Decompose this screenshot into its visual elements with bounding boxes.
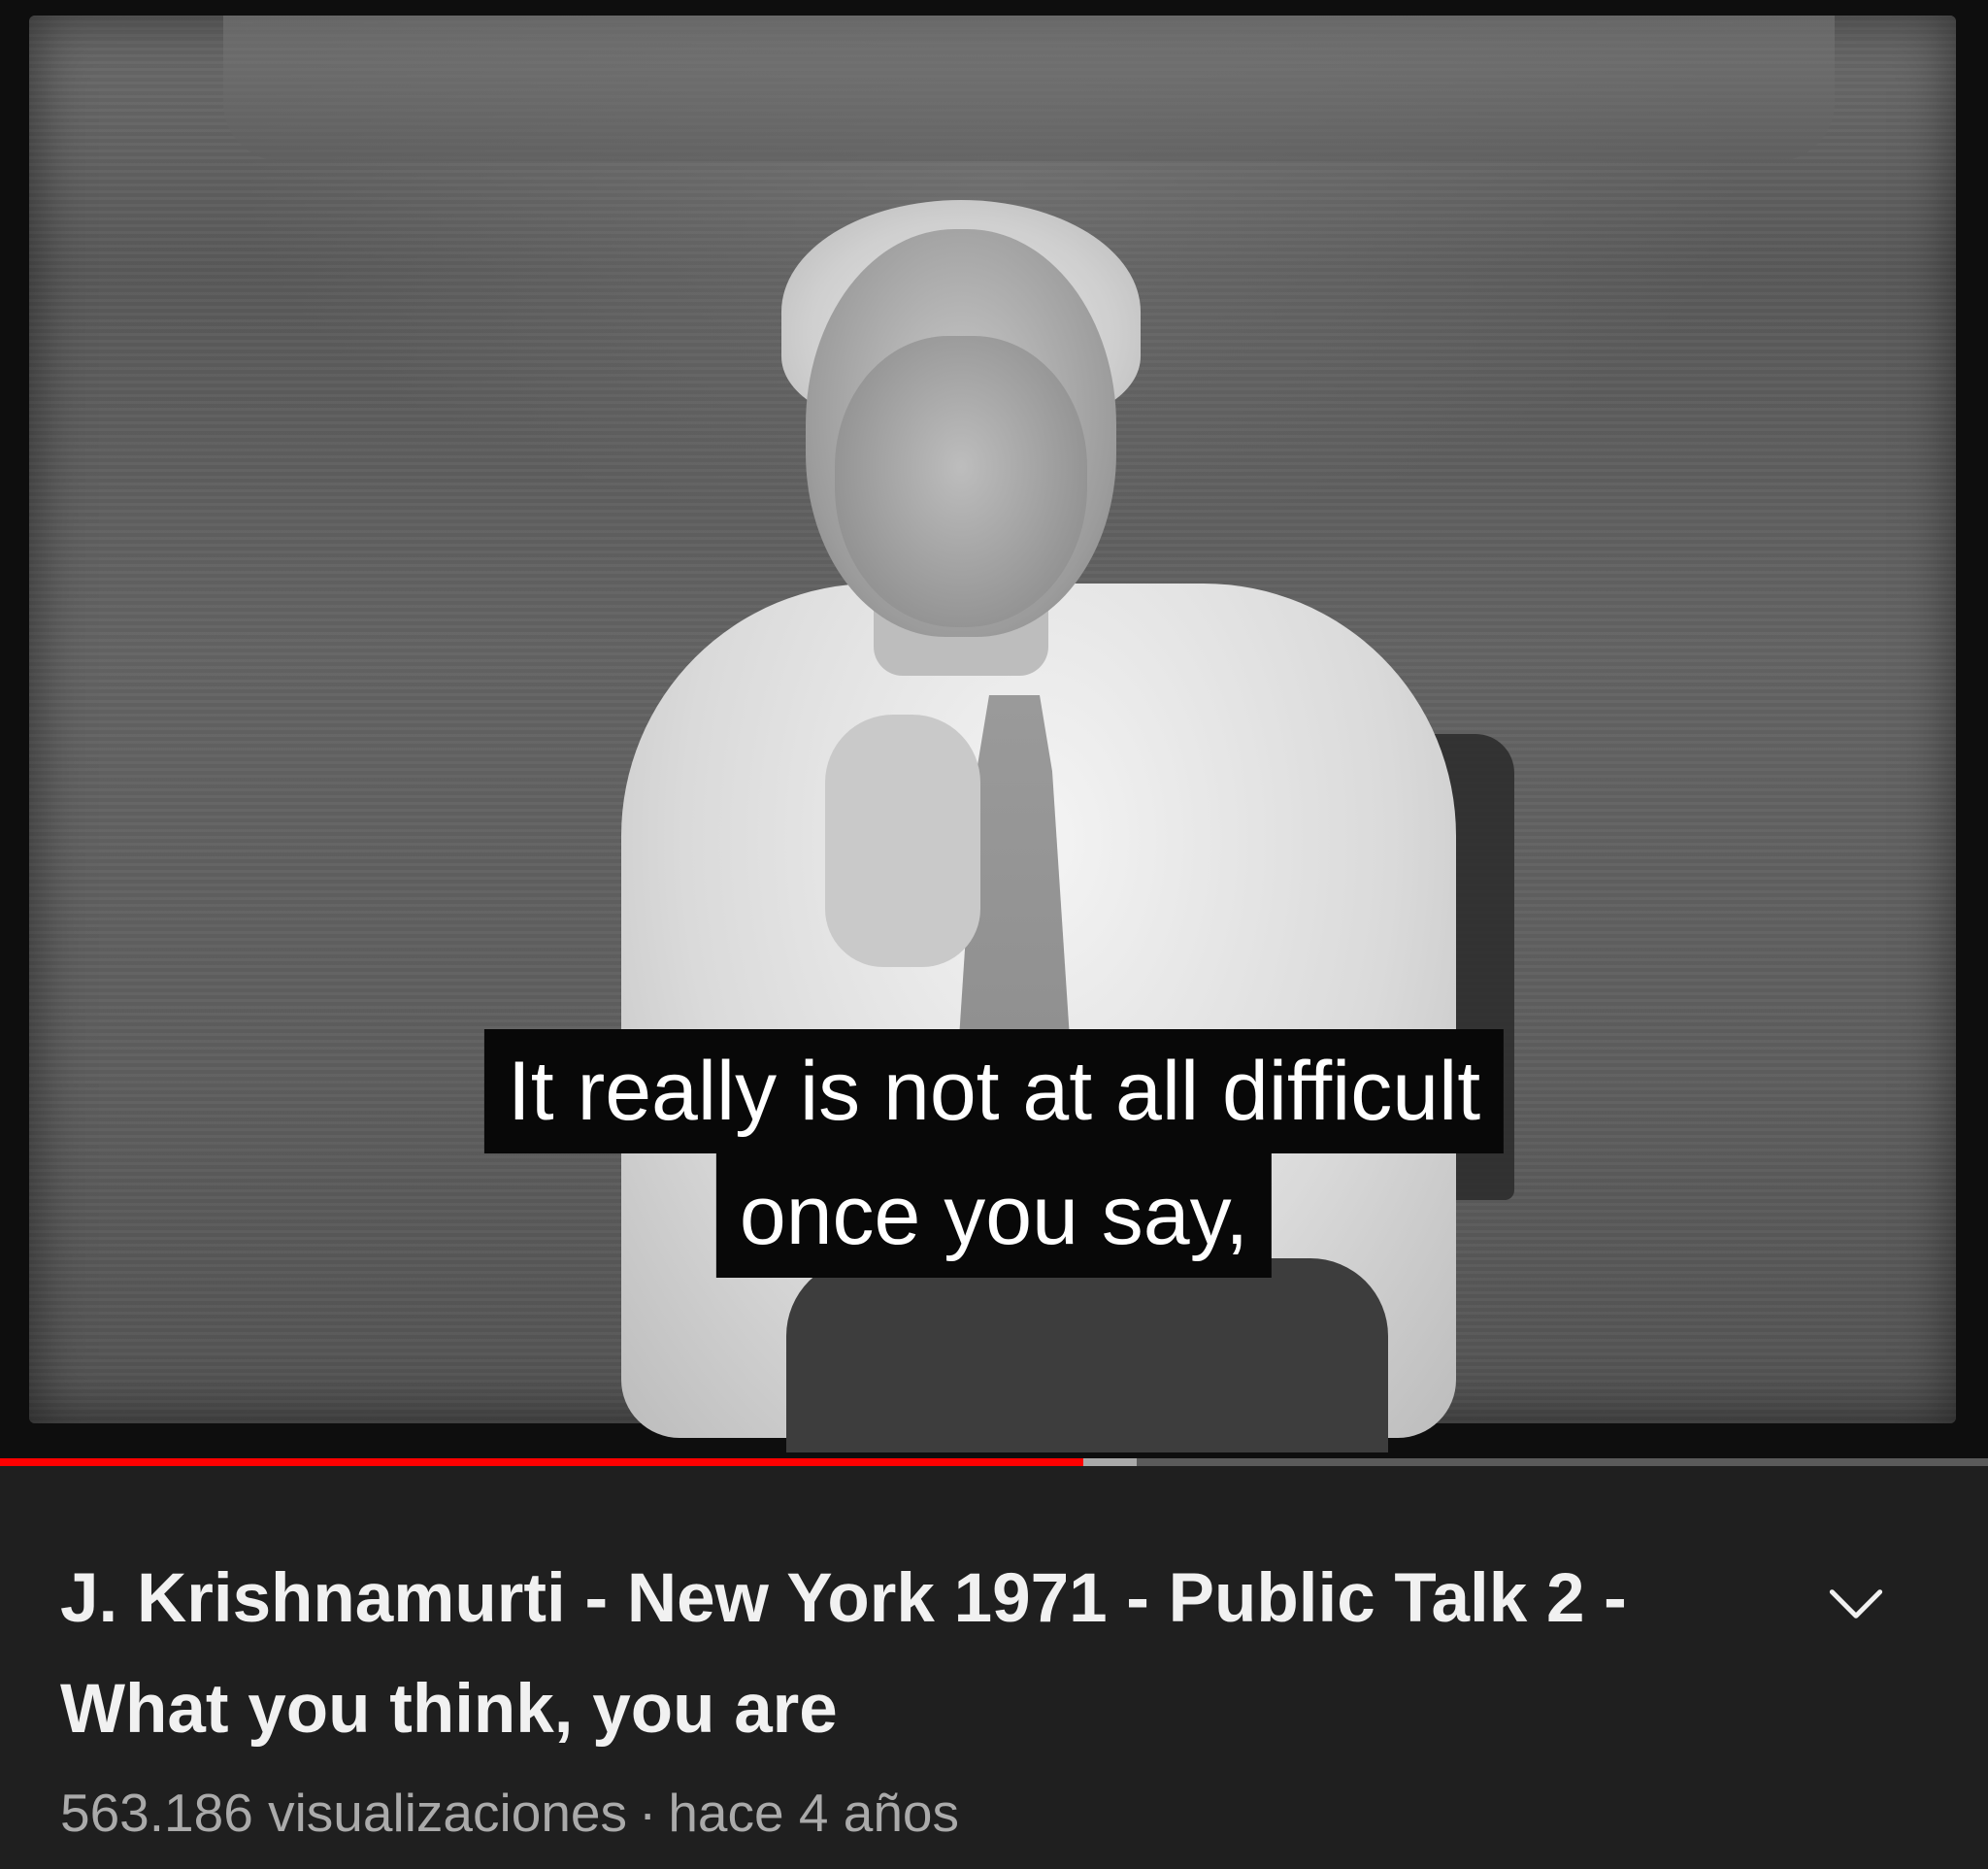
video-info: J. Krishnamurti - New York 1971 - Public… [0, 1468, 1988, 1869]
progress-played [0, 1458, 1084, 1466]
upload-age: hace 4 años [668, 1783, 960, 1843]
progress-bar[interactable] [0, 1458, 1988, 1466]
video-meta: 563.186 visualizaciones · hace 4 años [60, 1779, 959, 1847]
view-count: 563.186 visualizaciones [60, 1783, 627, 1843]
speaker-legs [786, 1258, 1388, 1452]
meta-separator: · [639, 1783, 657, 1843]
expand-description-button[interactable] [1807, 1555, 1905, 1652]
video-player[interactable]: It really is not at all difficult once y… [0, 0, 1988, 1466]
speaker-hand [825, 715, 980, 967]
speaker-face [835, 336, 1087, 627]
caption-line-1: It really is not at all difficult [483, 1029, 1505, 1153]
chevron-down-icon [1829, 1589, 1883, 1619]
video-title[interactable]: J. Krishnamurti - New York 1971 - Public… [60, 1544, 1769, 1765]
caption-line-2: once you say, [715, 1153, 1273, 1278]
